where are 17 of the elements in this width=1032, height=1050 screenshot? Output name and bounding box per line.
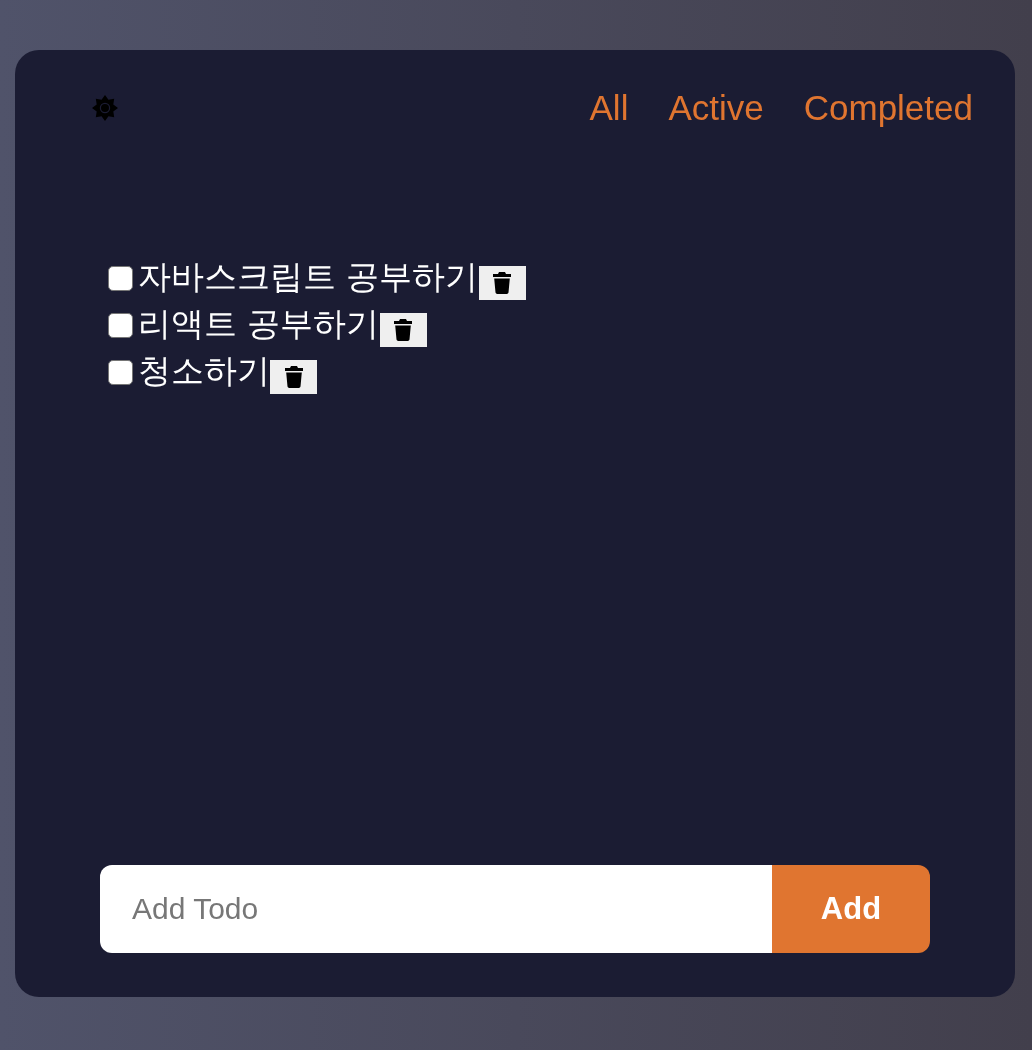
delete-button[interactable] <box>478 266 526 300</box>
todo-text: 자바스크립트 공부하기 <box>138 261 479 293</box>
todo-checkbox[interactable] <box>108 360 133 385</box>
delete-button[interactable] <box>379 313 427 347</box>
filter-button[interactable]: All <box>589 87 629 129</box>
todo-text: 리액트 공부하기 <box>138 308 380 340</box>
trash-icon <box>284 366 303 388</box>
filter-button[interactable]: Completed <box>803 87 973 129</box>
trash-icon <box>394 319 412 341</box>
delete-button[interactable] <box>270 360 317 394</box>
todo-text: 청소하기 <box>138 355 270 387</box>
filter-button[interactable]: Active <box>668 87 764 129</box>
todo-checkbox[interactable] <box>108 313 133 338</box>
trash-icon <box>493 272 511 294</box>
add-todo-field[interactable]: Add Todo <box>100 865 772 953</box>
todo-checkbox[interactable] <box>108 266 133 291</box>
add-button[interactable]: Add <box>772 865 930 953</box>
